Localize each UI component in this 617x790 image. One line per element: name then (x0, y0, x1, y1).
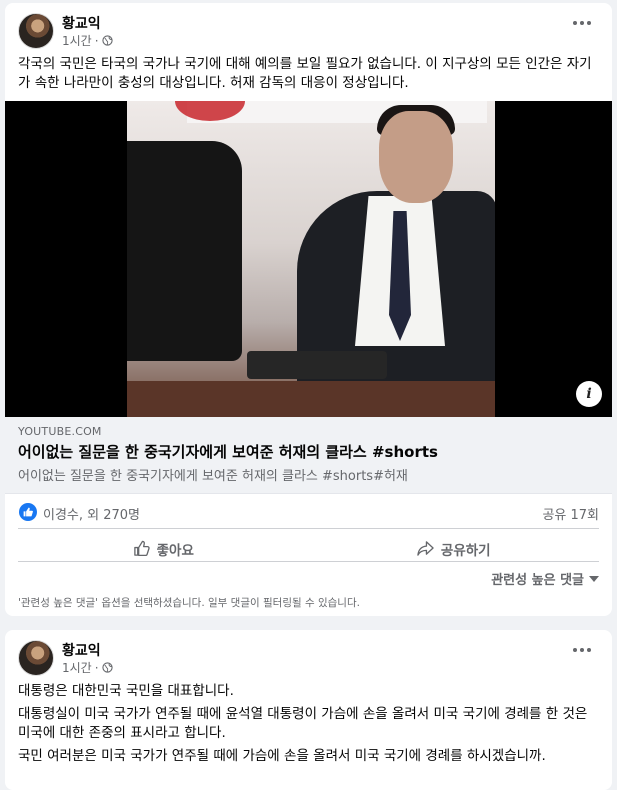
reaction-names[interactable]: 이경수, 외 270명 (43, 504, 140, 523)
post-header: 황교익 1시간 · (5, 630, 612, 678)
video-thumbnail[interactable]: i (5, 101, 612, 417)
dot-icon (573, 648, 577, 652)
post-paragraph: 대통령실이 미국 국가가 연주될 때에 윤석열 대통령이 가슴에 손을 올려서 … (18, 706, 588, 741)
share-label: 공유하기 (440, 542, 491, 559)
comment-sort-label: 관련성 높은 댓글 (491, 573, 584, 588)
post-meta: 1시간 · (62, 659, 113, 676)
link-description: 어이없는 질문을 한 중국기자에게 보여준 허재의 클라스 #shorts#허재 (18, 469, 408, 484)
post-time[interactable]: 1시간 (62, 32, 92, 49)
post-header: 황교익 1시간 · (5, 3, 612, 51)
link-title[interactable]: 어이없는 질문을 한 중국기자에게 보여준 허재의 클라스 #shorts (18, 441, 599, 462)
globe-icon (101, 35, 113, 46)
post-text: 각국의 국민은 타국의 국가나 국기에 대해 예의를 보일 필요가 없습니다. … (5, 51, 612, 93)
video-scene (127, 101, 495, 417)
divider (18, 561, 599, 562)
dot-icon (573, 21, 577, 25)
share-count[interactable]: 공유 17회 (542, 504, 599, 523)
avatar[interactable] (18, 13, 54, 49)
post-paragraph: 각국의 국민은 타국의 국가나 국기에 대해 예의를 보일 필요가 없습니다. … (18, 56, 592, 91)
link-preview[interactable]: YOUTUBE.COM 어이없는 질문을 한 중국기자에게 보여준 허재의 클라… (5, 417, 612, 494)
dot-icon (587, 21, 591, 25)
reactions-bar: 이경수, 외 270명 공유 17회 (5, 494, 612, 528)
dot-icon (580, 648, 584, 652)
share-button[interactable]: 공유하기 (309, 529, 600, 568)
dot-icon (580, 21, 584, 25)
comment-sort-dropdown[interactable]: 관련성 높은 댓글 (491, 569, 599, 588)
link-domain: YOUTUBE.COM (18, 425, 102, 438)
avatar[interactable] (18, 640, 54, 676)
globe-icon (101, 662, 113, 673)
post-meta: 1시간 · (62, 32, 113, 49)
post-text: 대통령은 대한민국 국민을 대표합니다. 대통령실이 미국 국가가 연주될 때에… (5, 678, 612, 766)
dot-icon (587, 648, 591, 652)
share-icon (417, 541, 434, 556)
post-actions: 좋아요 공유하기 (18, 528, 599, 568)
more-options-button[interactable] (570, 642, 594, 658)
post-paragraph: 국민 여러분은 미국 국가가 연주될 때에 가슴에 손을 올려서 미국 국기에 … (18, 748, 546, 764)
chevron-down-icon (589, 575, 599, 582)
author-name[interactable]: 황교익 (62, 13, 101, 33)
author-name[interactable]: 황교익 (62, 640, 101, 660)
like-label: 좋아요 (156, 542, 194, 559)
like-icon[interactable] (19, 503, 37, 521)
like-button[interactable]: 좋아요 (18, 529, 309, 568)
post-card: 황교익 1시간 · 각국의 국민은 타국의 국가나 국기에 대해 예의를 보일 … (5, 3, 612, 616)
post-paragraph: 대통령은 대한민국 국민을 대표합니다. (18, 683, 234, 699)
post-card: 황교익 1시간 · 대통령은 대한민국 국민을 대표합니다. 대통령실이 미국 … (5, 630, 612, 790)
info-icon[interactable]: i (576, 381, 602, 407)
more-options-button[interactable] (570, 15, 594, 31)
post-time[interactable]: 1시간 (62, 659, 92, 676)
thumbs-up-icon (133, 540, 150, 557)
comment-filter-notice: '관련성 높은 댓글' 옵션을 선택하셨습니다. 일부 댓글이 필터링될 수 있… (18, 597, 360, 609)
